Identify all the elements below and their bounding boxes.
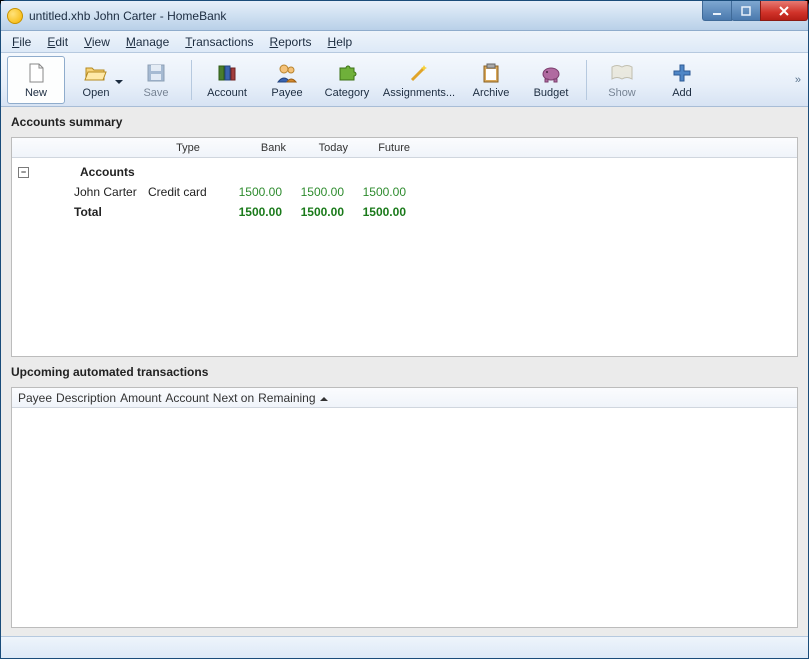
close-button[interactable] xyxy=(760,1,808,21)
menu-file[interactable]: File xyxy=(5,33,38,51)
maximize-button[interactable] xyxy=(731,1,761,21)
payee-label: Payee xyxy=(271,87,302,99)
col-type[interactable]: Type xyxy=(152,142,224,154)
assignments-label: Assignments... xyxy=(383,87,455,99)
titlebar: untitled.xhb John Carter - HomeBank xyxy=(1,1,808,31)
total-today-value: 1500.00 xyxy=(282,205,344,219)
menu-help[interactable]: Help xyxy=(321,33,360,51)
show-button[interactable]: Show xyxy=(593,56,651,104)
accounts-group-row[interactable]: − Accounts xyxy=(18,162,791,182)
accounts-panel: Type Bank Today Future − Accounts John C… xyxy=(11,137,798,357)
upcoming-title: Upcoming automated transactions xyxy=(11,363,798,381)
menu-view[interactable]: View xyxy=(77,33,117,51)
account-future-value: 1500.00 xyxy=(344,185,406,199)
people-icon xyxy=(275,61,299,85)
minimize-button[interactable] xyxy=(702,1,732,21)
assignments-button[interactable]: Assignments... xyxy=(378,56,460,104)
account-label: Account xyxy=(207,87,247,99)
accounts-grid-body: − Accounts John Carter Credit card 1500.… xyxy=(12,158,797,356)
account-today-value: 1500.00 xyxy=(282,185,344,199)
total-future-value: 1500.00 xyxy=(344,205,406,219)
account-name: John Carter xyxy=(18,185,148,199)
new-label: New xyxy=(25,87,47,99)
total-bank-value: 1500.00 xyxy=(220,205,282,219)
save-label: Save xyxy=(143,87,168,99)
upcoming-grid-body xyxy=(12,408,797,627)
toolbar-overflow[interactable]: » xyxy=(795,74,802,86)
accounts-group-label: Accounts xyxy=(35,165,165,179)
document-new-icon xyxy=(24,61,48,85)
toolbar-separator xyxy=(191,60,192,100)
sort-ascending-icon xyxy=(320,393,328,401)
collapse-icon[interactable]: − xyxy=(18,167,29,178)
new-button[interactable]: New xyxy=(7,56,65,104)
category-button[interactable]: Category xyxy=(318,56,376,104)
col-next-on[interactable]: Next on xyxy=(213,391,254,405)
accounts-grid-header: Type Bank Today Future xyxy=(12,138,797,158)
total-label: Total xyxy=(18,205,148,219)
col-payee[interactable]: Payee xyxy=(18,391,52,405)
upcoming-grid-header: Payee Description Amount Account Next on… xyxy=(12,388,797,408)
category-label: Category xyxy=(325,87,370,99)
budget-button[interactable]: Budget xyxy=(522,56,580,104)
accounts-total-row: Total 1500.00 1500.00 1500.00 xyxy=(18,202,791,222)
payee-button[interactable]: Payee xyxy=(258,56,316,104)
show-label: Show xyxy=(608,87,636,99)
menu-edit[interactable]: Edit xyxy=(40,33,75,51)
piggybank-icon xyxy=(539,61,563,85)
toolbar-separator xyxy=(586,60,587,100)
col-account[interactable]: Account xyxy=(165,391,208,405)
archive-label: Archive xyxy=(473,87,510,99)
menu-reports[interactable]: Reports xyxy=(263,33,319,51)
plus-icon xyxy=(670,61,694,85)
account-button[interactable]: Account xyxy=(198,56,256,104)
menu-manage[interactable]: Manage xyxy=(119,33,176,51)
save-button[interactable]: Save xyxy=(127,56,185,104)
app-icon xyxy=(7,8,23,24)
budget-label: Budget xyxy=(534,87,569,99)
menu-transactions[interactable]: Transactions xyxy=(178,33,260,51)
account-books-icon xyxy=(215,61,239,85)
add-button[interactable]: Add xyxy=(653,56,711,104)
upcoming-panel: Payee Description Amount Account Next on… xyxy=(11,387,798,628)
book-open-icon xyxy=(610,61,634,85)
toolbar: New Open Save Account Payee xyxy=(1,53,808,107)
clipboard-icon xyxy=(479,61,503,85)
col-future[interactable]: Future xyxy=(348,142,410,154)
account-type: Credit card xyxy=(148,185,220,199)
col-description[interactable]: Description xyxy=(56,391,116,405)
save-icon xyxy=(144,61,168,85)
accounts-summary-title: Accounts summary xyxy=(11,113,798,131)
open-label: Open xyxy=(83,87,110,99)
account-bank-value: 1500.00 xyxy=(220,185,282,199)
client-area: Accounts summary Type Bank Today Future … xyxy=(1,107,808,636)
window-title: untitled.xhb John Carter - HomeBank xyxy=(29,9,226,23)
col-today[interactable]: Today xyxy=(286,142,348,154)
col-remaining[interactable]: Remaining xyxy=(258,391,315,405)
window-controls xyxy=(703,1,808,21)
main-window: untitled.xhb John Carter - HomeBank File… xyxy=(0,0,809,659)
add-label: Add xyxy=(672,87,692,99)
col-bank[interactable]: Bank xyxy=(224,142,286,154)
folder-open-icon xyxy=(84,61,108,85)
col-amount[interactable]: Amount xyxy=(120,391,161,405)
menubar: File Edit View Manage Transactions Repor… xyxy=(1,31,808,53)
open-button[interactable]: Open xyxy=(67,56,125,104)
wand-icon xyxy=(407,61,431,85)
statusbar xyxy=(1,636,808,658)
account-row[interactable]: John Carter Credit card 1500.00 1500.00 … xyxy=(18,182,791,202)
puzzle-icon xyxy=(335,61,359,85)
archive-button[interactable]: Archive xyxy=(462,56,520,104)
